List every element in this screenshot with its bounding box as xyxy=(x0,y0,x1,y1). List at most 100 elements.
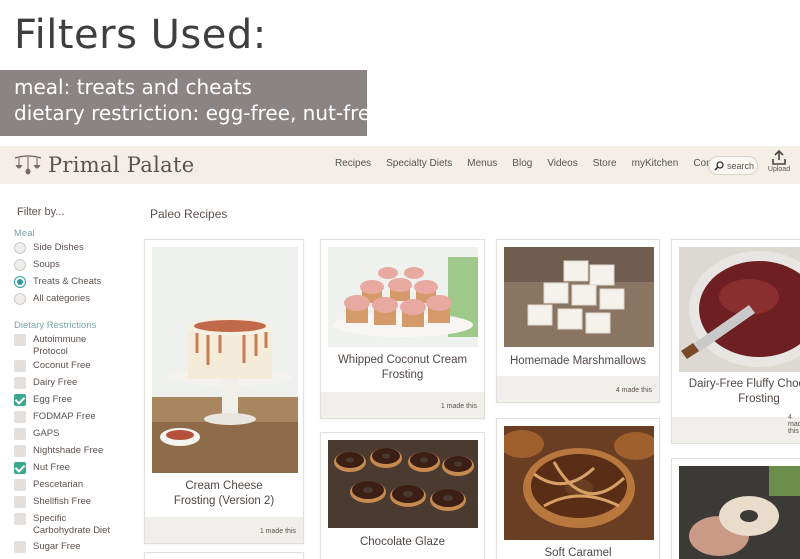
nav-mykitchen[interactable]: myKitchen xyxy=(632,158,679,169)
radio-button[interactable] xyxy=(14,293,26,305)
recipe-image xyxy=(328,247,478,347)
made-this-count: 4 made this xyxy=(788,414,800,435)
meal-option-treats-cheats[interactable]: Treats & Cheats xyxy=(14,276,126,293)
made-this-count: 1 made this xyxy=(259,528,296,535)
option-label: Autoimmune Protocol xyxy=(33,334,87,357)
made-this-count: 4 made this xyxy=(615,387,652,394)
checkbox-checked[interactable] xyxy=(14,394,26,406)
checkbox[interactable] xyxy=(14,496,26,508)
radio-button[interactable] xyxy=(14,259,26,271)
diet-option-autoimmune[interactable]: Autoimmune Protocol xyxy=(14,334,126,360)
option-label: All categories xyxy=(33,293,91,304)
option-label: Sugar Free xyxy=(33,541,81,552)
diet-option-scd[interactable]: Specific Carbohydrate Diet xyxy=(14,513,126,541)
checkbox[interactable] xyxy=(14,513,26,525)
recipe-card[interactable]: Cream Cheese Frosting (Version 2) 1 made… xyxy=(144,239,304,544)
recipe-image xyxy=(328,440,478,528)
recipe-title[interactable]: Dairy-Free Fluffy Chocolate Frosting xyxy=(678,377,800,407)
caption-box: meal: treats and cheats dietary restrict… xyxy=(0,70,383,136)
made-this-count: 1 made this xyxy=(440,403,477,410)
dietary-group-title: Dietary Restrictions xyxy=(14,320,97,331)
option-label: Dairy Free xyxy=(33,377,78,388)
meal-option-all-categories[interactable]: All categories xyxy=(14,293,126,310)
diet-option-coconut-free[interactable]: Coconut Free xyxy=(14,360,126,377)
nav-videos[interactable]: Videos xyxy=(547,158,577,169)
option-label: Egg Free xyxy=(33,394,73,405)
option-label: Nightshade Free xyxy=(33,445,104,456)
checkbox-checked[interactable] xyxy=(14,462,26,474)
upload-button[interactable]: Upload xyxy=(766,150,792,173)
recipe-image xyxy=(679,466,800,559)
caramel-donut-photo-icon xyxy=(504,426,654,540)
recipe-card[interactable]: Chocolate Glaze xyxy=(320,432,485,559)
radio-button-selected[interactable] xyxy=(14,276,26,288)
recipe-image xyxy=(152,247,298,473)
recipe-title[interactable]: Chocolate Glaze xyxy=(327,535,478,550)
checkbox[interactable] xyxy=(14,377,26,389)
option-label: GAPS xyxy=(33,428,60,439)
option-label: Nut Free xyxy=(33,462,70,473)
recipe-title[interactable]: Soft Caramel xyxy=(503,546,653,559)
meal-option-soups[interactable]: Soups xyxy=(14,259,126,276)
option-label: Pescetarian xyxy=(33,479,84,490)
search-button[interactable]: search xyxy=(708,156,758,175)
caption-dietary-line: dietary restriction: egg-free, nut-free xyxy=(14,101,383,125)
cake-photo-icon xyxy=(152,247,298,473)
recipe-card[interactable] xyxy=(144,552,304,559)
main-nav: Recipes Specialty Diets Menus Blog Video… xyxy=(335,158,746,169)
option-label: FODMAP Free xyxy=(33,411,96,422)
diet-option-nut-free[interactable]: Nut Free xyxy=(14,462,126,479)
recipe-title[interactable]: Whipped Coconut Cream Frosting xyxy=(327,353,478,383)
upload-label: Upload xyxy=(767,166,791,173)
nav-specialty-diets[interactable]: Specialty Diets xyxy=(386,158,452,169)
diet-option-fodmap-free[interactable]: FODMAP Free xyxy=(14,411,126,428)
option-label: Shellfish Free xyxy=(33,496,92,507)
diet-option-egg-free[interactable]: Egg Free xyxy=(14,394,126,411)
recipe-image xyxy=(504,426,654,540)
checkbox[interactable] xyxy=(14,445,26,457)
diet-option-sugar-free[interactable]: Sugar Free xyxy=(14,541,126,558)
donuts-photo-icon xyxy=(328,440,478,528)
recipe-card[interactable] xyxy=(671,458,800,559)
filter-sidebar: Filter by... Meal Side Dishes Soups Trea… xyxy=(14,206,126,558)
nav-blog[interactable]: Blog xyxy=(512,158,532,169)
marshmallows-photo-icon xyxy=(504,247,654,347)
page-heading: Paleo Recipes xyxy=(150,207,228,221)
nav-store[interactable]: Store xyxy=(593,158,617,169)
nav-menus[interactable]: Menus xyxy=(467,158,497,169)
diet-option-nightshade-free[interactable]: Nightshade Free xyxy=(14,445,126,462)
site-header: Primal Palate . Recipes Specialty Diets … xyxy=(0,146,800,184)
hanging-utensils-logo-icon xyxy=(14,155,42,175)
meal-option-side-dishes[interactable]: Side Dishes xyxy=(14,242,126,259)
checkbox[interactable] xyxy=(14,541,26,553)
card-footer: 1 made this xyxy=(145,517,303,543)
recipe-card[interactable]: Homemade Marshmallows 4 made this xyxy=(496,239,660,403)
recipe-title[interactable]: Cream Cheese Frosting (Version 2) xyxy=(151,479,297,509)
radio-button[interactable] xyxy=(14,242,26,254)
option-label: Side Dishes xyxy=(33,242,84,253)
caption-meal-line: meal: treats and cheats xyxy=(14,75,252,99)
diet-option-pescetarian[interactable]: Pescetarian xyxy=(14,479,126,496)
logo-text: Primal Palate xyxy=(48,153,195,177)
diet-option-gaps[interactable]: GAPS xyxy=(14,428,126,445)
checkbox[interactable] xyxy=(14,334,26,346)
recipe-image xyxy=(679,247,800,372)
recipe-card[interactable]: Soft Caramel xyxy=(496,418,660,559)
checkbox[interactable] xyxy=(14,428,26,440)
search-label: search xyxy=(727,160,755,171)
recipe-image xyxy=(504,247,654,347)
glazed-donut-photo-icon xyxy=(679,466,800,559)
nav-recipes[interactable]: Recipes xyxy=(335,158,371,169)
logo[interactable]: Primal Palate . xyxy=(14,150,197,180)
option-label: Treats & Cheats xyxy=(33,276,102,287)
recipe-title[interactable]: Homemade Marshmallows xyxy=(503,354,653,369)
checkbox[interactable] xyxy=(14,411,26,423)
diet-option-dairy-free[interactable]: Dairy Free xyxy=(14,377,126,394)
card-footer: 4 made this xyxy=(497,376,659,402)
diet-option-shellfish-free[interactable]: Shellfish Free xyxy=(14,496,126,513)
recipe-card[interactable]: Dairy-Free Fluffy Chocolate Frosting 4 m… xyxy=(671,239,800,444)
checkbox[interactable] xyxy=(14,479,26,491)
checkbox[interactable] xyxy=(14,360,26,372)
recipe-card[interactable]: Whipped Coconut Cream Frosting 1 made th… xyxy=(320,239,485,419)
option-label: Soups xyxy=(33,259,60,270)
